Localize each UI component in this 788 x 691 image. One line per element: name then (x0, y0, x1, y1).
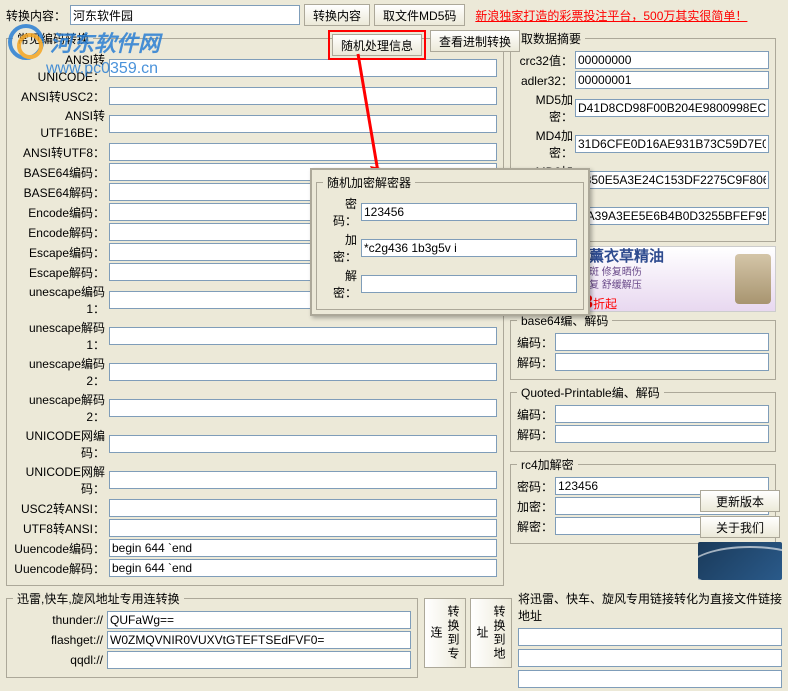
convert-input[interactable] (70, 5, 300, 25)
field-label: 编码： (517, 406, 553, 423)
field-input[interactable] (109, 143, 497, 161)
random-crypt-popup: 随机加密解密器 密码：加密：解密： (310, 168, 590, 316)
field-label: thunder:// (13, 613, 105, 627)
field-label: MD5加密： (517, 91, 573, 125)
field-input[interactable] (109, 327, 497, 345)
qp-group: Quoted-Printable编、解码 编码： 解码： (510, 384, 776, 452)
field-label: Uuencode编码： (13, 540, 107, 557)
field-label: 加密： (323, 231, 359, 265)
field-label: Escape解码： (13, 264, 107, 281)
field-label: MD4加密： (517, 127, 573, 161)
field-label: 解密： (517, 518, 553, 535)
field-input[interactable] (107, 611, 411, 629)
download-link-group: 迅雷,快车,旋风地址专用连转换 thunder:// flashget:// qqd… (6, 590, 418, 678)
field-input[interactable] (575, 207, 769, 225)
field-input[interactable] (555, 425, 769, 443)
field-label: flashget:// (13, 633, 105, 647)
digest-legend: 取数据摘要 (517, 30, 585, 47)
field-input[interactable] (361, 203, 577, 221)
update-button[interactable]: 更新版本 (700, 490, 780, 512)
field-label: BASE64编码： (13, 164, 107, 181)
field-label: Encode解码： (13, 224, 107, 241)
field-label: 加密： (517, 498, 553, 515)
convert-button[interactable]: 转换内容 (304, 4, 370, 26)
field-input[interactable] (555, 405, 769, 423)
field-input[interactable] (109, 499, 497, 517)
field-input[interactable] (555, 353, 769, 371)
field-label: ANSI转UNICODE： (13, 51, 107, 85)
about-button[interactable]: 关于我们 (700, 516, 780, 538)
field-input[interactable] (575, 135, 769, 153)
bottle-icon (735, 254, 771, 304)
field-input[interactable] (107, 651, 411, 669)
field-label: adler32： (517, 72, 573, 89)
field-input[interactable] (109, 87, 497, 105)
field-label: unescape解码2： (13, 391, 107, 425)
field-input[interactable] (575, 71, 769, 89)
field-input[interactable] (109, 59, 497, 77)
field-label: UNICODE网编码： (13, 427, 107, 461)
file-md5-button[interactable]: 取文件MD5码 (374, 4, 465, 26)
field-input[interactable] (107, 631, 411, 649)
field-input[interactable] (575, 99, 769, 117)
field-label: 密码： (323, 195, 359, 229)
field-label: BASE64解码： (13, 184, 107, 201)
field-label: 解码： (517, 426, 553, 443)
popup-legend: 随机加密解密器 (323, 174, 415, 191)
encoding-legend: 常见编码转换 (13, 30, 93, 47)
field-label: ANSI转USC2： (13, 88, 107, 105)
field-label: 解码： (517, 354, 553, 371)
field-input[interactable] (109, 519, 497, 537)
field-label: UTF8转ANSI： (13, 520, 107, 537)
random-process-button[interactable]: 随机处理信息 (332, 34, 422, 56)
field-label: Escape编码： (13, 244, 107, 261)
field-input[interactable] (109, 363, 497, 381)
field-label: USC2转ANSI： (13, 500, 107, 517)
field-label: Encode编码： (13, 204, 107, 221)
field-input[interactable] (555, 333, 769, 351)
field-input[interactable] (361, 239, 577, 257)
field-label: unescape编码1： (13, 283, 107, 317)
rc4-legend: rc4加解密 (517, 456, 578, 473)
field-label: unescape解码1： (13, 319, 107, 353)
field-label: ANSI转UTF8： (13, 144, 107, 161)
field-input[interactable] (109, 435, 497, 453)
field-input[interactable] (575, 51, 769, 69)
field-label: qqdl:// (13, 653, 105, 667)
field-input[interactable] (109, 559, 497, 577)
convert-hint: 将迅雷、快车、旋风专用链接转化为直接文件链接地址 (518, 590, 782, 624)
output-url-2[interactable] (518, 649, 782, 667)
field-input[interactable] (109, 471, 497, 489)
output-url-1[interactable] (518, 628, 782, 646)
download-legend: 迅雷,快车,旋风地址专用连转换 (13, 590, 184, 607)
field-input[interactable] (109, 399, 497, 417)
field-label: UNICODE网解码： (13, 463, 107, 497)
field-label: ANSI转UTF16BE： (13, 107, 107, 141)
field-label: 编码： (517, 334, 553, 351)
field-input[interactable] (575, 171, 769, 189)
field-label: unescape编码2： (13, 355, 107, 389)
ad-link[interactable]: 新浪独家打造的彩票投注平台，500万其实很简单！ (475, 7, 747, 24)
wave-logo-icon (698, 542, 782, 580)
convert-to-url-button[interactable]: 转换到地址 (470, 598, 512, 668)
field-label: 密码： (517, 478, 553, 495)
output-url-3[interactable] (518, 670, 782, 688)
field-label: 解密： (323, 267, 359, 301)
base64-group: base64编、解码 编码：解码： (510, 312, 776, 380)
field-label: crc32值： (517, 52, 573, 69)
field-input[interactable] (361, 275, 577, 293)
highlight-box: 随机处理信息 (328, 30, 426, 60)
field-input[interactable] (109, 539, 497, 557)
field-label: Uuencode解码： (13, 560, 107, 577)
hex-view-button[interactable]: 查看进制转换 (430, 30, 520, 52)
convert-to-special-button[interactable]: 转换到专连 (424, 598, 466, 668)
convert-label: 转换内容： (6, 7, 66, 24)
field-input[interactable] (109, 115, 497, 133)
qp-legend: Quoted-Printable编、解码 (517, 384, 664, 401)
